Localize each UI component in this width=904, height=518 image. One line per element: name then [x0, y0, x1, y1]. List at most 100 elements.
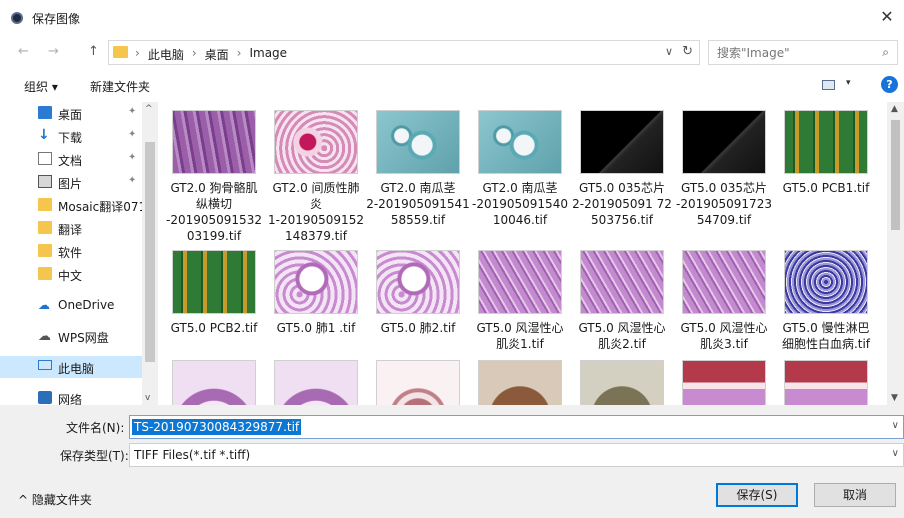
- download-icon: ↓: [38, 127, 50, 143]
- scroll-down-icon[interactable]: ▼: [891, 393, 898, 403]
- filetype-label: 保存类型(T):: [60, 449, 129, 463]
- file-item[interactable]: [262, 352, 364, 405]
- sidebar-item-label: 文档: [58, 154, 83, 168]
- wps-cloud-icon: ☁: [38, 329, 51, 344]
- scrollbar-thumb[interactable]: [145, 142, 155, 362]
- address-bar[interactable]: › 此电脑 › 桌面 › Image ∨ ↻: [108, 40, 700, 65]
- file-thumbnail: [172, 110, 256, 174]
- file-name-line: -201905091532: [166, 213, 262, 227]
- scroll-down-icon[interactable]: v: [145, 393, 150, 403]
- breadcrumb-item-desktop[interactable]: 桌面: [205, 46, 229, 63]
- file-list: GT2.0 狗骨骼肌 纵横切 -201905091532 03199.tif GT2.0…: [160, 102, 887, 405]
- search-icon[interactable]: ⌕: [882, 45, 889, 60]
- file-name-line: GT5.0 035芯片: [578, 181, 665, 195]
- file-item[interactable]: GT5.0 肺1 .tif: [262, 242, 364, 352]
- pin-icon: ✦: [128, 106, 137, 117]
- hide-folders-button[interactable]: ^ 隐藏文件夹: [18, 491, 92, 508]
- breadcrumb-separator: ›: [135, 46, 140, 60]
- file-thumbnail: [682, 360, 766, 405]
- file-name-line: 503756.tif: [591, 213, 653, 227]
- file-item[interactable]: [568, 352, 670, 405]
- file-item[interactable]: GT5.0 风湿性心 肌炎3.tif: [670, 242, 772, 352]
- sidebar-item[interactable]: 中文: [0, 263, 142, 285]
- file-item[interactable]: [466, 352, 568, 405]
- help-icon[interactable]: ?: [881, 76, 898, 93]
- file-item[interactable]: GT2.0 间质性肺炎 1-20190509152 148379.tif: [262, 102, 364, 243]
- file-item[interactable]: GT2.0 狗骨骼肌 纵横切 -201905091532 03199.tif: [160, 102, 262, 243]
- chevron-down-icon[interactable]: ∨: [892, 420, 899, 431]
- file-item[interactable]: GT5.0 风湿性心 肌炎2.tif: [568, 242, 670, 352]
- sidebar-item[interactable]: Mosaic翻译071: [0, 194, 146, 216]
- sidebar-item[interactable]: ↓ 下载 ✦: [0, 125, 142, 147]
- sidebar-item-label: OneDrive: [58, 298, 115, 312]
- file-name-line: GT5.0 035芯片: [680, 181, 767, 195]
- sidebar-item[interactable]: 桌面 ✦: [0, 102, 142, 124]
- new-folder-button[interactable]: 新建文件夹: [90, 78, 150, 95]
- file-item[interactable]: GT5.0 肺2.tif: [364, 242, 466, 352]
- up-arrow-icon[interactable]: ↑: [88, 44, 99, 59]
- sidebar-scrollbar[interactable]: ^ v: [142, 102, 158, 405]
- file-thumbnail: [580, 360, 664, 405]
- sidebar-item[interactable]: 图片 ✦: [0, 171, 142, 193]
- file-item[interactable]: GT5.0 PCB2.tif: [160, 242, 262, 352]
- search-input[interactable]: [717, 44, 867, 61]
- filename-value[interactable]: TS-20190730084329877.tif: [132, 419, 302, 435]
- save-button[interactable]: 保存(S): [716, 483, 798, 507]
- file-item[interactable]: [772, 352, 874, 405]
- file-item[interactable]: GT5.0 035芯片 2-201905091 72 503756.tif: [568, 102, 672, 242]
- sidebar-item[interactable]: 翻译: [0, 217, 142, 239]
- sidebar-item[interactable]: 此电脑: [0, 356, 142, 378]
- file-list-scrollbar[interactable]: ▲ ▼: [887, 102, 904, 405]
- close-icon[interactable]: ✕: [876, 6, 898, 28]
- file-item[interactable]: [160, 352, 262, 405]
- network-icon: [38, 391, 52, 404]
- file-item[interactable]: GT2.0 南瓜茎 -201905091540 10046.tif: [466, 102, 568, 242]
- view-icon[interactable]: [822, 80, 835, 90]
- address-dropdown-icon[interactable]: ∨: [665, 45, 673, 58]
- folder-icon: [38, 244, 52, 257]
- this-pc-icon: [38, 360, 52, 370]
- cancel-button[interactable]: 取消: [814, 483, 896, 507]
- scroll-up-icon[interactable]: ▲: [891, 104, 898, 114]
- view-dropdown-icon[interactable]: ▾: [846, 78, 851, 88]
- file-item[interactable]: GT5.0 慢性淋巴 细胞性白血病.tif: [772, 242, 874, 352]
- file-thumbnail: [682, 110, 766, 174]
- file-item[interactable]: GT5.0 PCB1.tif: [772, 102, 874, 242]
- scroll-up-icon[interactable]: ^: [145, 104, 153, 114]
- file-item[interactable]: GT5.0 035芯片 -201905091723 54709.tif: [670, 102, 772, 242]
- scrollbar-thumb[interactable]: [891, 120, 900, 230]
- file-name-line: 细胞性白血病.tif: [781, 337, 871, 351]
- folder-icon: [38, 221, 52, 234]
- file-thumbnail: [784, 360, 868, 405]
- file-thumbnail: [376, 110, 460, 174]
- file-thumbnail: [172, 250, 256, 314]
- picture-icon: [38, 175, 52, 188]
- breadcrumb-item-image[interactable]: Image: [249, 46, 287, 63]
- sidebar-item[interactable]: ☁ WPS网盘: [0, 325, 142, 347]
- file-item[interactable]: [364, 352, 466, 405]
- file-item[interactable]: GT5.0 风湿性心 肌炎1.tif: [466, 242, 568, 352]
- forward-arrow-icon[interactable]: →: [48, 44, 59, 59]
- file-name-line: 54709.tif: [696, 213, 752, 227]
- sidebar-item[interactable]: ☁ OneDrive: [0, 294, 142, 316]
- organize-button[interactable]: 组织 ▾: [24, 78, 58, 95]
- breadcrumb-item-this-pc[interactable]: 此电脑: [148, 46, 184, 63]
- file-item[interactable]: GT2.0 南瓜茎 2-201905091541 58559.tif: [364, 102, 470, 242]
- sidebar-item[interactable]: 文档 ✦: [0, 148, 142, 170]
- file-name-line: GT5.0 风湿性心: [578, 321, 666, 335]
- document-icon: [38, 152, 52, 165]
- file-name-line: GT5.0 慢性淋巴: [782, 321, 870, 335]
- sidebar-item[interactable]: 软件: [0, 240, 142, 262]
- refresh-icon[interactable]: ↻: [682, 44, 693, 59]
- filename-field[interactable]: TS-20190730084329877.tif ∨: [129, 415, 904, 439]
- file-name: GT5.0 肺1 .tif: [262, 320, 370, 336]
- filename-label: 文件名(N):: [66, 421, 125, 435]
- filetype-select[interactable]: TIFF Files(*.tif *.tiff) ∨: [129, 443, 904, 467]
- file-name: GT2.0 狗骨骼肌 纵横切 -201905091532 03199.tif: [160, 180, 268, 244]
- chevron-down-icon[interactable]: ∨: [892, 448, 899, 459]
- sidebar-item-label: 中文: [58, 269, 83, 283]
- file-thumbnail: [274, 110, 358, 174]
- sidebar-item[interactable]: 网络: [0, 387, 142, 405]
- file-item[interactable]: [670, 352, 772, 405]
- back-arrow-icon[interactable]: ←: [18, 44, 29, 59]
